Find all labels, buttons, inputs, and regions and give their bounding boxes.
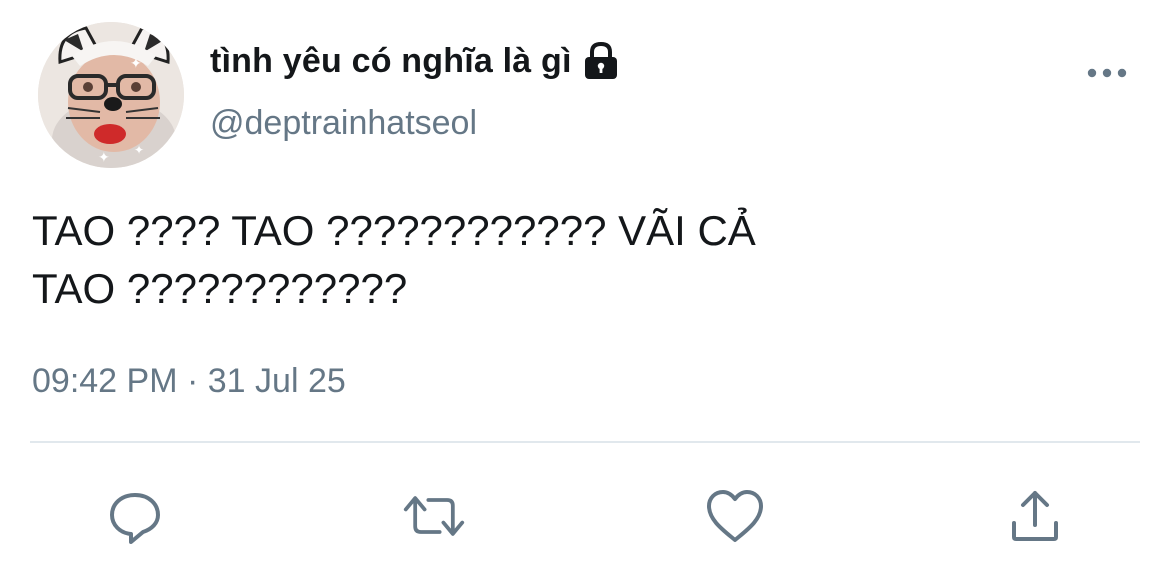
svg-text:✦: ✦: [98, 150, 110, 166]
svg-text:✦: ✦: [130, 56, 142, 72]
tweet-text-line: TAO ????????????: [32, 265, 408, 312]
display-name[interactable]: tình yêu có nghĩa là gì: [210, 42, 572, 81]
reply-icon: [110, 493, 160, 544]
timestamp-time: 09:42 PM: [32, 362, 178, 400]
like-icon: [707, 490, 763, 542]
more-options-button[interactable]: [1082, 56, 1132, 90]
tweet-text-line: TAO ???? TAO ???????????? VÃI CẢ: [32, 207, 756, 254]
retweet-icon: [403, 496, 465, 536]
retweet-button[interactable]: [402, 484, 466, 548]
share-icon: [1012, 491, 1058, 541]
author-name-row[interactable]: tình yêu có nghĩa là gì: [210, 38, 620, 84]
like-button[interactable]: [703, 484, 767, 548]
profile-photo: ✦ ✦ ✦: [38, 22, 184, 168]
reply-button[interactable]: [103, 484, 167, 548]
tweet-text: TAO ???? TAO ???????????? VÃI CẢ TAO ???…: [32, 202, 1132, 318]
divider: [30, 441, 1140, 443]
more-horizontal-icon: [1087, 68, 1127, 78]
timestamp-date: 31 Jul 25: [207, 362, 346, 400]
share-button[interactable]: [1003, 484, 1067, 548]
lock-icon: [582, 41, 620, 81]
svg-text:✦: ✦: [134, 143, 144, 157]
timestamp-separator: ·: [186, 362, 199, 400]
user-handle[interactable]: @deptrainhatseol: [210, 104, 477, 143]
avatar[interactable]: ✦ ✦ ✦: [38, 22, 184, 168]
tweet-timestamp[interactable]: 09:42 PM · 31 Jul 25: [32, 362, 346, 401]
